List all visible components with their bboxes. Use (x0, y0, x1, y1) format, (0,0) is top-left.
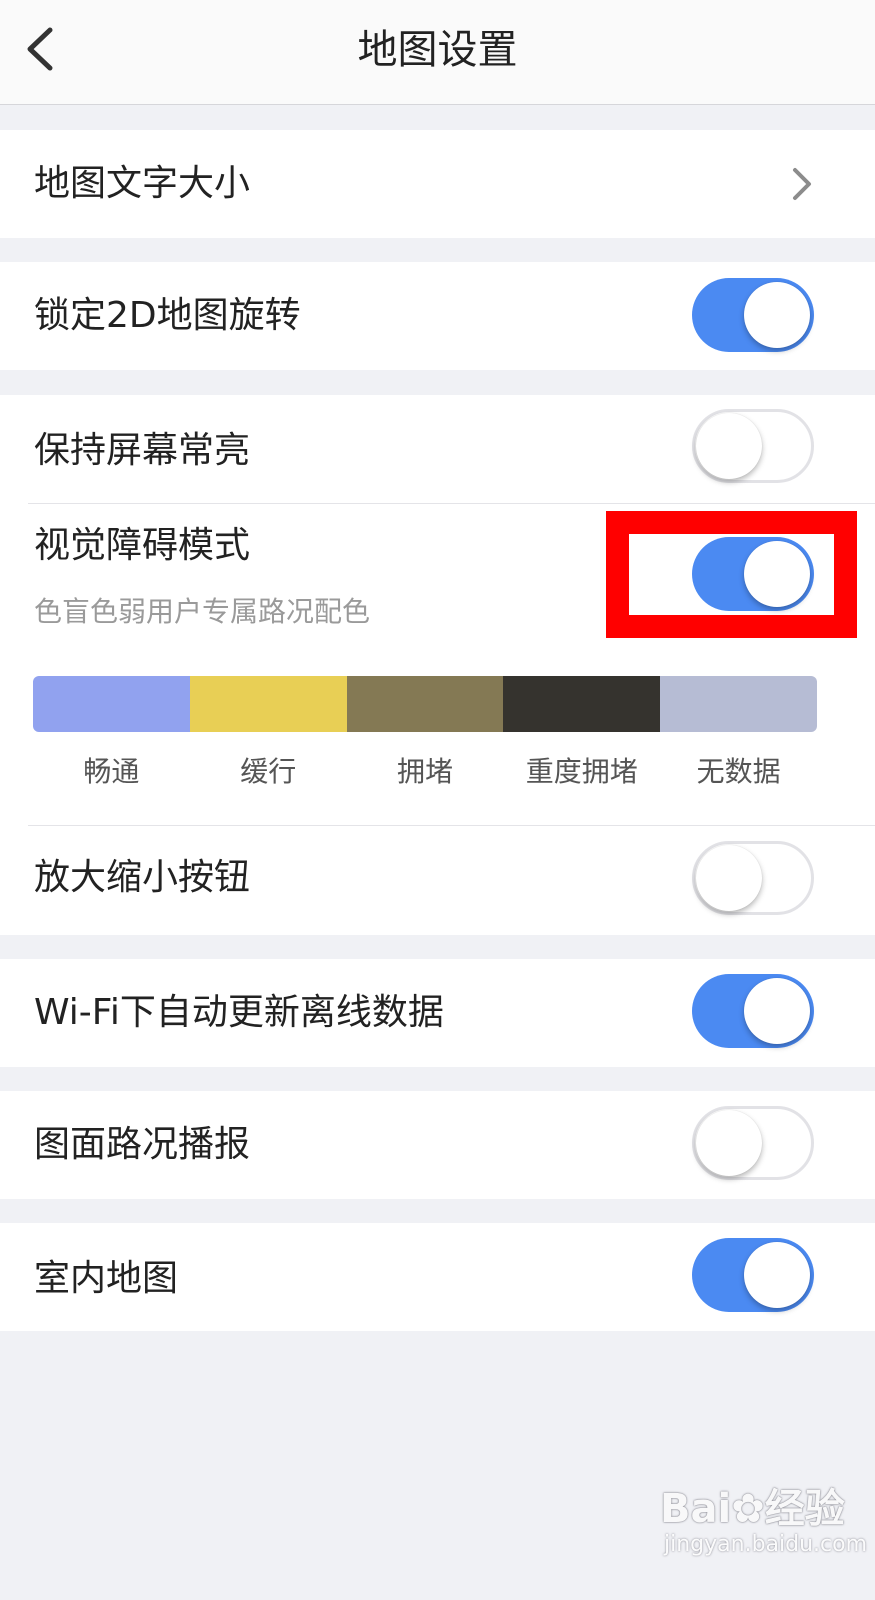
toggle-knob (744, 1242, 810, 1308)
paw-icon: ✿ (731, 1486, 765, 1532)
baidu-jingyan-watermark: Bai✿经验 jingyan.baidu.com (660, 1476, 867, 1586)
toggle-lock-2d-rotation[interactable] (692, 278, 814, 352)
setting-label-font-size: 地图文字大小 (34, 163, 251, 204)
toggle-knob (696, 413, 762, 479)
legend-swatch-smooth (33, 676, 190, 732)
setting-label-wifi-auto-update: Wi-Fi下自动更新离线数据 (34, 992, 444, 1033)
watermark-brand: Bai✿经验 (660, 1476, 845, 1534)
toggle-knob (696, 845, 762, 911)
watermark-brand-suffix: 经验 (764, 1486, 845, 1532)
toggle-knob (744, 978, 810, 1044)
setting-row-font-size[interactable]: 地图文字大小 (0, 130, 875, 238)
legend-label: 重度拥堵 (525, 755, 638, 788)
setting-row-zoom-buttons: 放大缩小按钮 (0, 826, 875, 935)
toggle-wifi-auto-update[interactable] (692, 974, 814, 1048)
legend-swatch-heavy-congestion (503, 676, 661, 732)
setting-row-indoor-map: 室内地图 (0, 1223, 875, 1331)
toggle-indoor-map[interactable] (692, 1238, 814, 1312)
legend-swatch-no-data (660, 676, 817, 732)
toggle-zoom-buttons[interactable] (692, 841, 814, 915)
toggle-knob (744, 541, 810, 607)
chevron-right-icon (783, 162, 819, 206)
legend-label: 拥堵 (396, 755, 453, 788)
watermark-url: jingyan.baidu.com (664, 1532, 868, 1557)
toggle-visual-impairment-mode[interactable] (692, 537, 814, 611)
toggle-keep-screen-on[interactable] (692, 409, 814, 483)
navigation-bar: 地图设置 (0, 0, 875, 105)
setting-row-keep-screen-on: 保持屏幕常亮 (0, 395, 875, 503)
settings-group-indoor: 室内地图 (0, 1223, 875, 1331)
setting-label-zoom-buttons: 放大缩小按钮 (34, 857, 251, 898)
page-title: 地图设置 (357, 27, 518, 73)
settings-group-rotation: 锁定2D地图旋转 (0, 262, 875, 370)
setting-row-traffic-broadcast: 图面路况播报 (0, 1091, 875, 1199)
setting-label-indoor-map: 室内地图 (34, 1258, 179, 1299)
traffic-color-legend-labels: 畅通 缓行 拥堵 重度拥堵 无数据 (33, 750, 817, 794)
toggle-traffic-broadcast[interactable] (692, 1106, 814, 1180)
settings-group-font: 地图文字大小 (0, 130, 875, 238)
toggle-knob (744, 282, 810, 348)
toggle-knob (696, 1110, 762, 1176)
legend-swatch-slow (189, 676, 347, 732)
settings-group-display: 保持屏幕常亮 视觉障碍模式 色盲色弱用户专属路况配色 放大缩小按钮 (0, 395, 875, 935)
setting-sublabel-visual-impairment-mode: 色盲色弱用户专属路况配色 (34, 595, 371, 628)
legend-label: 无数据 (696, 755, 781, 788)
setting-label-visual-impairment-mode: 视觉障碍模式 (34, 525, 251, 566)
watermark-brand-text: Bai (660, 1486, 732, 1532)
legend-swatch-congested (346, 676, 504, 732)
settings-group-offline: Wi-Fi下自动更新离线数据 (0, 959, 875, 1067)
setting-row-lock-2d-rotation: 锁定2D地图旋转 (0, 262, 875, 370)
legend-label: 畅通 (83, 755, 140, 788)
legend-label: 缓行 (240, 755, 297, 788)
setting-label-traffic-broadcast: 图面路况播报 (34, 1124, 251, 1165)
settings-group-broadcast: 图面路况播报 (0, 1091, 875, 1199)
traffic-color-legend-bar (33, 676, 817, 732)
setting-label-keep-screen-on: 保持屏幕常亮 (34, 430, 251, 471)
setting-row-wifi-auto-update: Wi-Fi下自动更新离线数据 (0, 959, 875, 1067)
setting-label-lock-2d-rotation: 锁定2D地图旋转 (34, 295, 301, 336)
